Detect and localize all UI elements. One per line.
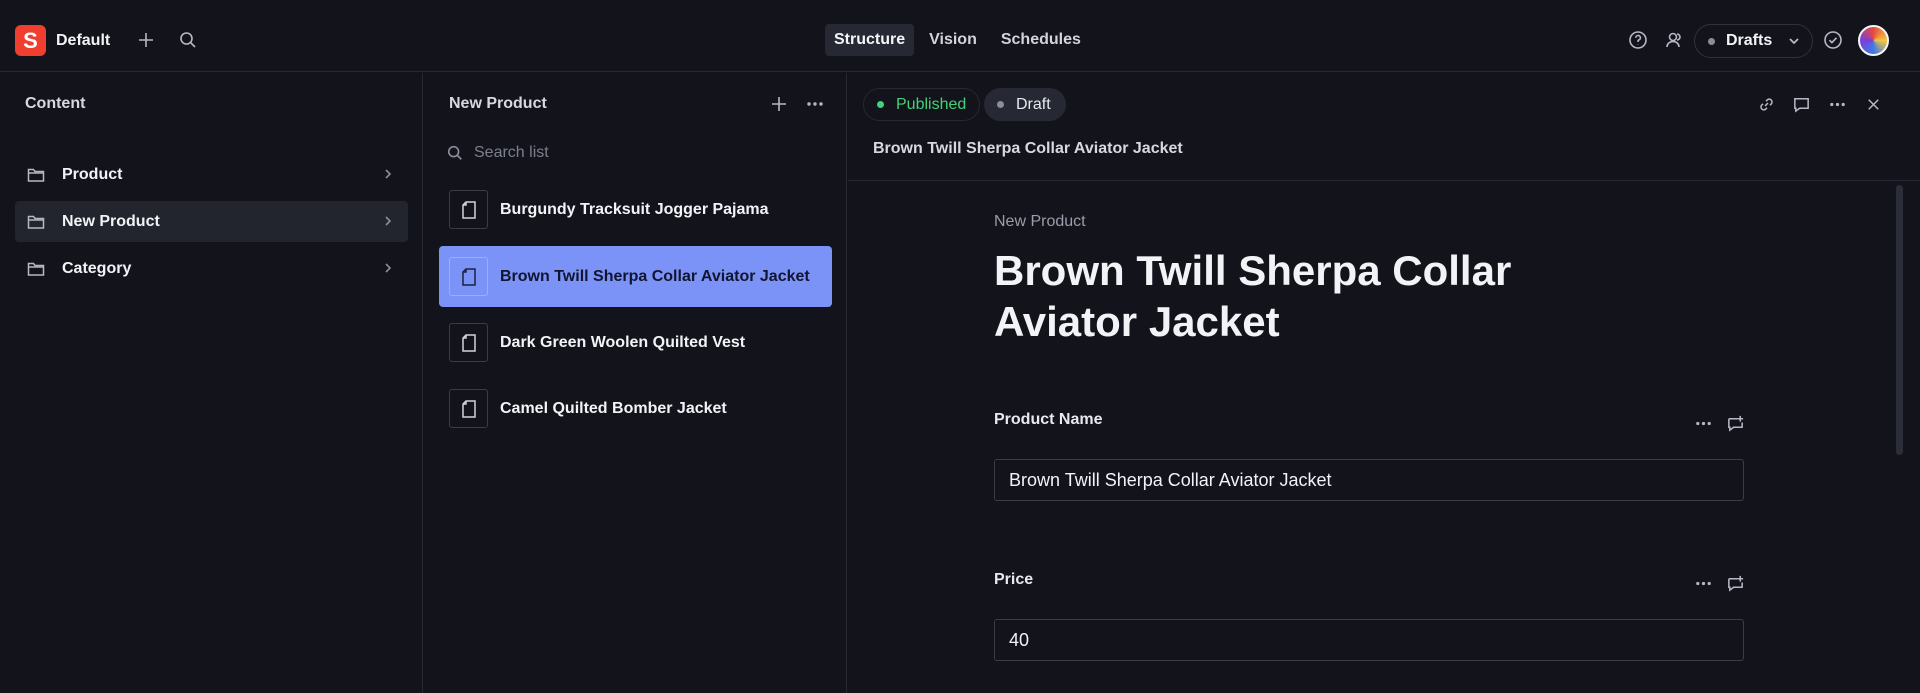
list-item[interactable]: Brown Twill Sherpa Collar Aviator Jacket xyxy=(439,246,832,307)
tab-schedules[interactable]: Schedules xyxy=(992,24,1090,56)
document-icon xyxy=(449,323,488,362)
search-icon[interactable] xyxy=(176,28,200,52)
tab-vision[interactable]: Vision xyxy=(920,24,986,56)
document-list-pane: New Product Burgundy Tracksuit Jogger Pa… xyxy=(424,73,847,693)
tool-tabs: Structure Vision Schedules xyxy=(825,24,1090,56)
chevron-right-icon xyxy=(381,167,395,186)
document-type-label: New Product xyxy=(994,213,1086,230)
document-icon xyxy=(449,257,488,296)
more-horizontal-icon[interactable] xyxy=(1692,572,1714,594)
scrollbar[interactable] xyxy=(1896,185,1903,455)
chevron-right-icon xyxy=(381,214,395,233)
chevron-right-icon xyxy=(381,261,395,280)
content-item-new-product[interactable]: New Product xyxy=(15,201,408,242)
published-label: Published xyxy=(896,95,967,113)
plus-icon[interactable] xyxy=(767,92,791,116)
price-actions xyxy=(1692,572,1746,594)
price-label: Price xyxy=(994,571,1034,588)
list-item[interactable]: Camel Quilted Bomber Jacket xyxy=(439,378,832,439)
tab-structure[interactable]: Structure xyxy=(825,24,915,56)
document-editor-pane: Published Draft Brown Twill Sherpa Colla… xyxy=(848,73,1920,693)
user-avatar[interactable] xyxy=(1858,25,1889,56)
draft-label: Draft xyxy=(1016,95,1051,113)
users-icon[interactable] xyxy=(1662,28,1686,52)
document-icon xyxy=(449,389,488,428)
drafts-status-dot xyxy=(1708,37,1715,45)
list-item-label: Dark Green Woolen Quilted Vest xyxy=(500,333,746,351)
check-circle-icon[interactable] xyxy=(1821,28,1845,52)
plus-icon[interactable] xyxy=(134,28,158,52)
search-list-input[interactable] xyxy=(474,144,804,162)
list-search xyxy=(446,138,826,168)
list-item[interactable]: Burgundy Tracksuit Jogger Pajama xyxy=(439,179,832,240)
document-title: Brown Twill Sherpa Collar Aviator Jacket xyxy=(994,247,1512,345)
help-icon[interactable] xyxy=(1626,28,1650,52)
published-dot xyxy=(877,101,884,108)
content-item-label: Category xyxy=(62,259,132,277)
list-item-label: Camel Quilted Bomber Jacket xyxy=(500,399,727,417)
price-input[interactable] xyxy=(994,619,1744,661)
folder-icon xyxy=(26,165,46,185)
more-horizontal-icon[interactable] xyxy=(803,92,827,116)
search-icon xyxy=(447,145,462,160)
draft-version-pill[interactable]: Draft xyxy=(984,88,1066,121)
content-item-label: New Product xyxy=(62,212,160,230)
workspace-name[interactable]: Default xyxy=(56,32,110,50)
document-icon xyxy=(449,190,488,229)
more-horizontal-icon[interactable] xyxy=(1824,91,1850,117)
more-horizontal-icon[interactable] xyxy=(1692,412,1714,434)
header-divider xyxy=(848,180,1920,181)
comment-icon[interactable] xyxy=(1788,91,1814,117)
perspective-select[interactable]: Drafts xyxy=(1694,24,1813,58)
chevron-down-icon xyxy=(1786,33,1802,54)
product-name-label: Product Name xyxy=(994,411,1103,428)
list-pane-title: New Product xyxy=(449,95,547,112)
folder-icon xyxy=(26,259,46,279)
list-item-label: Brown Twill Sherpa Collar Aviator Jacket xyxy=(500,267,810,285)
folder-icon xyxy=(26,212,46,232)
product-name-input[interactable] xyxy=(994,459,1744,501)
draft-dot xyxy=(997,101,1004,108)
link-icon[interactable] xyxy=(1753,91,1779,117)
perspective-label: Drafts xyxy=(1726,32,1773,49)
list-item[interactable]: Dark Green Woolen Quilted Vest xyxy=(439,312,832,373)
content-item-product[interactable]: Product xyxy=(15,154,408,195)
add-comment-icon[interactable] xyxy=(1724,572,1746,594)
list-item-label: Burgundy Tracksuit Jogger Pajama xyxy=(500,200,769,218)
published-version-pill[interactable]: Published xyxy=(863,88,980,121)
content-pane: Content Product New Product Category xyxy=(0,73,423,693)
document-form: New Product Brown Twill Sherpa Collar Av… xyxy=(994,213,1744,661)
content-item-category[interactable]: Category xyxy=(15,248,408,289)
top-navbar: S Default Structure Vision Schedules Dra… xyxy=(0,0,1920,72)
add-comment-icon[interactable] xyxy=(1724,412,1746,434)
content-pane-title: Content xyxy=(25,95,86,112)
document-header-title: Brown Twill Sherpa Collar Aviator Jacket xyxy=(873,140,1183,157)
content-item-label: Product xyxy=(62,165,123,183)
studio-logo[interactable]: S xyxy=(15,25,46,56)
close-icon[interactable] xyxy=(1860,91,1886,117)
product-name-actions xyxy=(1692,412,1746,434)
